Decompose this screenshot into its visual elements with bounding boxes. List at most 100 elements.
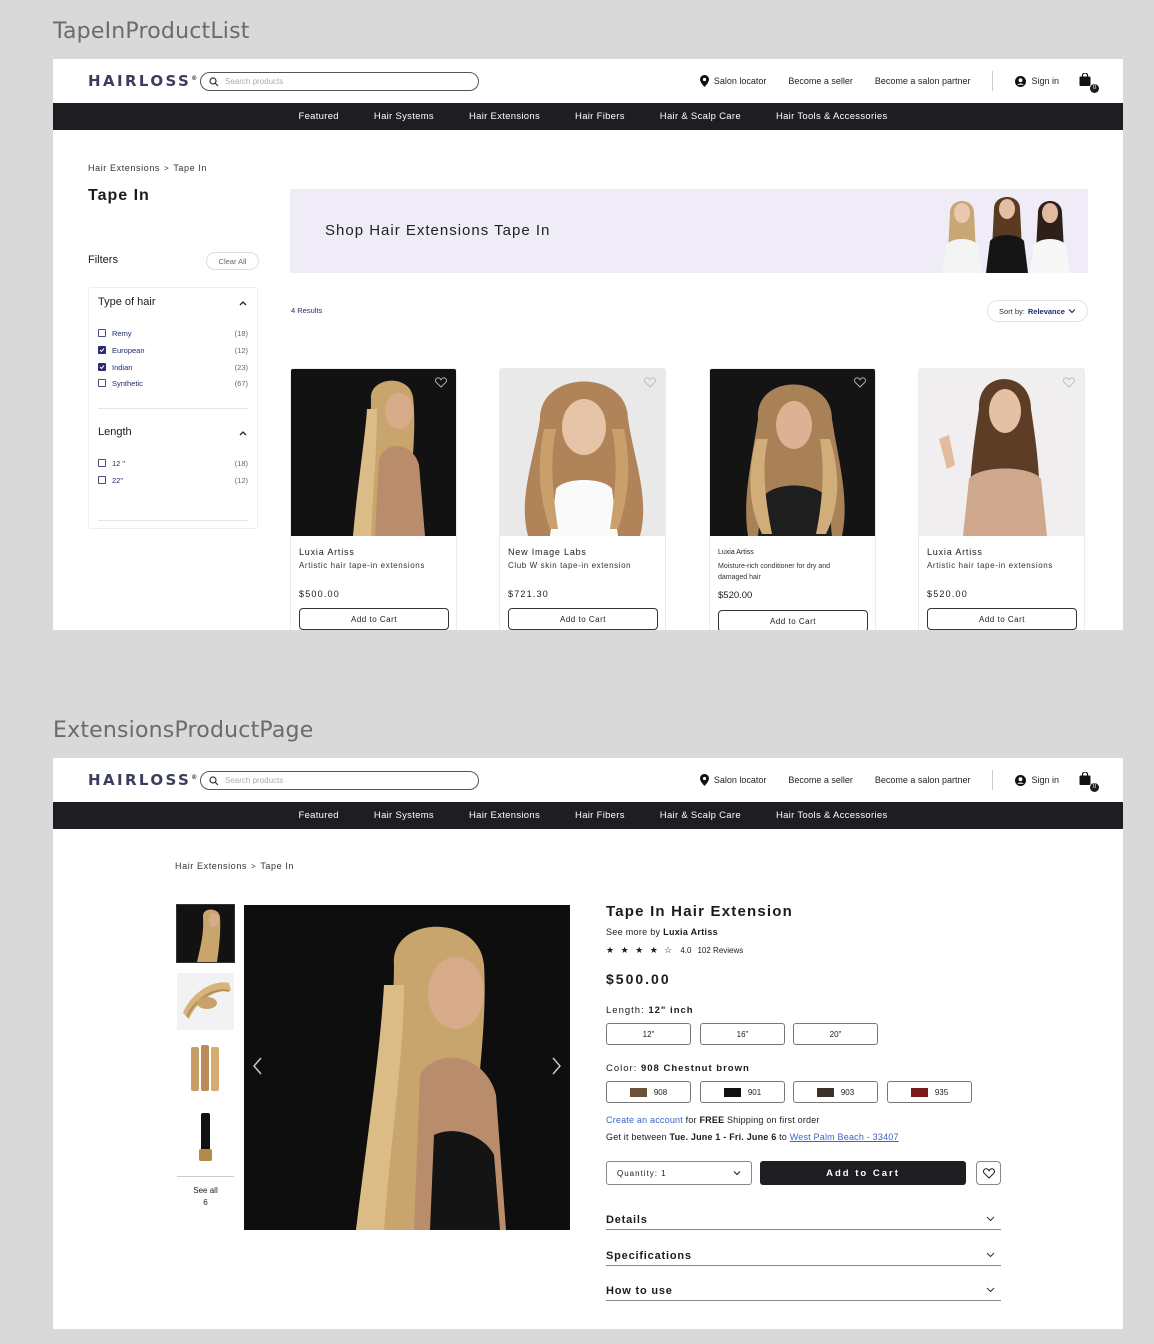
checkbox-checked[interactable] (98, 363, 106, 371)
heart-icon[interactable] (435, 377, 447, 388)
length-option[interactable]: 16" (700, 1023, 785, 1045)
sign-in-label: Sign in (1031, 775, 1059, 785)
checkbox[interactable] (98, 379, 106, 387)
chevron-right-icon[interactable] (551, 1057, 561, 1075)
nav-featured[interactable]: Featured (298, 111, 338, 122)
breadcrumb-parent[interactable]: Hair Extensions (88, 163, 160, 173)
filter-option-synthetic[interactable]: Synthetic (67) (98, 377, 248, 389)
reviews-link[interactable]: 102 Reviews (697, 946, 743, 955)
logo[interactable]: HAIRLOSS® (88, 771, 200, 789)
sign-in-link[interactable]: Sign in (1015, 75, 1059, 87)
accordion-how-to-use[interactable]: How to use (606, 1285, 1001, 1301)
nav-hair-tools[interactable]: Hair Tools & Accessories (776, 810, 888, 821)
product-description: Moisture-rich conditioner for dry and da… (718, 563, 831, 581)
nav-hair-extensions[interactable]: Hair Extensions (469, 111, 540, 122)
add-to-cart-button[interactable]: Add to Cart (718, 610, 868, 630)
add-to-cart-button[interactable]: Add to Cart (508, 608, 658, 630)
create-account-link[interactable]: Create an account (606, 1115, 683, 1125)
search-input[interactable] (225, 77, 455, 86)
chevron-up-icon[interactable] (238, 299, 248, 307)
chevron-left-icon[interactable] (253, 1057, 263, 1075)
product-page-frame: HAIRLOSS® Salon locator Become a seller … (53, 758, 1123, 1329)
thumbnail-image[interactable] (177, 973, 234, 1030)
filter-option-12-inch[interactable]: 12 " (18) (98, 457, 248, 469)
see-all-images-link[interactable]: See all 6 (177, 1176, 234, 1209)
product-price: $500.00 (606, 971, 671, 987)
site-header: HAIRLOSS® Salon locator Become a seller … (53, 59, 1123, 103)
become-seller-link[interactable]: Become a seller (788, 76, 853, 86)
heart-icon[interactable] (1063, 377, 1075, 388)
nav-hair-systems[interactable]: Hair Systems (374, 810, 434, 821)
color-option[interactable]: 935 (887, 1081, 972, 1103)
delivery-to: to (779, 1132, 788, 1142)
cart-button[interactable]: 0 (1079, 771, 1099, 792)
checkbox[interactable] (98, 329, 106, 337)
nav-hair-systems[interactable]: Hair Systems (374, 111, 434, 122)
filter-option-count: (23) (234, 362, 248, 372)
add-to-cart-button[interactable]: Add to Cart (299, 608, 449, 630)
filter-option-22-inch[interactable]: 22" (12) (98, 474, 248, 486)
thumbnail-image[interactable] (176, 904, 235, 963)
cart-button[interactable]: 0 (1079, 72, 1099, 93)
become-partner-link[interactable]: Become a salon partner (875, 76, 971, 86)
color-option[interactable]: 901 (700, 1081, 785, 1103)
add-to-cart-button[interactable]: Add to Cart (927, 608, 1077, 630)
become-seller-link[interactable]: Become a seller (788, 775, 853, 785)
length-option[interactable]: 12" (606, 1023, 691, 1045)
search-input[interactable] (225, 776, 455, 785)
nav-hair-fibers[interactable]: Hair Fibers (575, 111, 625, 122)
color-option[interactable]: 903 (793, 1081, 878, 1103)
become-partner-link[interactable]: Become a salon partner (875, 775, 971, 785)
clear-all-button[interactable]: Clear All (206, 252, 259, 270)
product-card[interactable]: Luxia Artiss Artistic hair tape-in exten… (290, 368, 457, 630)
search-bar[interactable] (200, 771, 479, 790)
heart-icon[interactable] (644, 377, 656, 388)
filter-option-remy[interactable]: Remy (18) (98, 327, 248, 339)
thumbnail-image[interactable] (177, 1041, 234, 1098)
nav-hair-extensions[interactable]: Hair Extensions (469, 810, 540, 821)
logo[interactable]: HAIRLOSS® (88, 72, 200, 90)
breadcrumb-parent[interactable]: Hair Extensions (175, 861, 247, 871)
nav-hair-scalp-care[interactable]: Hair & Scalp Care (660, 111, 741, 122)
accordion-details[interactable]: Details (606, 1214, 1001, 1230)
salon-locator-link[interactable]: Salon locator (699, 75, 766, 87)
salon-locator-link[interactable]: Salon locator (699, 774, 766, 786)
accordion-specifications[interactable]: Specifications (606, 1250, 1001, 1266)
color-option[interactable]: 908 (606, 1081, 691, 1103)
product-price: $520.00 (718, 590, 753, 601)
quantity-select[interactable]: Quantity: 1 (606, 1161, 752, 1185)
wishlist-button[interactable] (976, 1161, 1001, 1185)
product-image (500, 369, 665, 536)
search-bar[interactable] (200, 72, 479, 91)
delivery-location-link[interactable]: West Palm Beach - 33407 (790, 1132, 899, 1142)
sort-prefix: Sort by: (999, 306, 1025, 316)
filter-length-title[interactable]: Length (98, 426, 132, 438)
heart-icon[interactable] (854, 377, 866, 388)
see-more-prefix: See more by (606, 927, 661, 937)
filter-option-european[interactable]: European (12) (98, 344, 248, 356)
nav-hair-tools[interactable]: Hair Tools & Accessories (776, 111, 888, 122)
thumbnail-image[interactable] (177, 1109, 234, 1166)
filter-option-count: (18) (234, 458, 248, 468)
product-description: Artistic hair tape-in extensions (299, 561, 425, 570)
product-card[interactable]: New Image Labs Club W skin tape-in exten… (499, 368, 666, 630)
filter-option-indian[interactable]: Indian (23) (98, 361, 248, 373)
nav-hair-fibers[interactable]: Hair Fibers (575, 810, 625, 821)
header-divider (992, 770, 994, 790)
filter-type-of-hair-title[interactable]: Type of hair (98, 296, 155, 308)
product-card[interactable]: Luxia Artiss Moisture-rich conditioner f… (709, 368, 876, 630)
sort-dropdown[interactable]: Sort by: Relevance (987, 300, 1088, 322)
product-card[interactable]: Luxia Artiss Artistic hair tape-in exten… (918, 368, 1085, 630)
product-image (710, 369, 875, 536)
add-to-cart-button[interactable]: Add to Cart (760, 1161, 966, 1185)
breadcrumb-separator: > (251, 862, 257, 871)
checkbox[interactable] (98, 459, 106, 467)
checkbox[interactable] (98, 476, 106, 484)
chevron-up-icon[interactable] (238, 429, 248, 437)
nav-featured[interactable]: Featured (298, 810, 338, 821)
checkbox-checked[interactable] (98, 346, 106, 354)
nav-hair-scalp-care[interactable]: Hair & Scalp Care (660, 810, 741, 821)
brand-link[interactable]: Luxia Artiss (663, 927, 718, 937)
sign-in-link[interactable]: Sign in (1015, 774, 1059, 786)
length-option[interactable]: 20" (793, 1023, 878, 1045)
